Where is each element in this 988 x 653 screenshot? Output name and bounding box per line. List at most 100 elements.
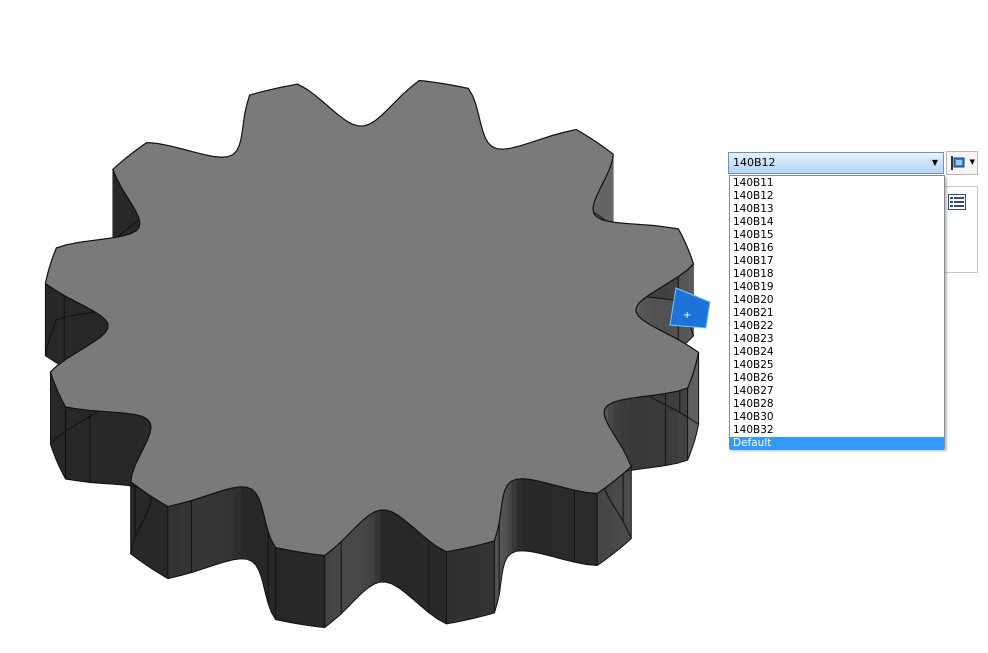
dropdown-option[interactable]: 140B15 xyxy=(730,229,944,242)
side-wall-segment xyxy=(453,548,461,623)
side-wall-segment xyxy=(507,480,512,558)
dropdown-option[interactable]: 140B13 xyxy=(730,203,944,216)
selected-face[interactable] xyxy=(669,287,711,329)
side-wall-segment xyxy=(640,394,654,470)
side-wall-segment xyxy=(473,544,482,619)
side-wall-segment xyxy=(255,492,260,572)
side-wall-segment xyxy=(89,410,104,484)
chevron-down-icon[interactable]: ▼ xyxy=(929,155,941,171)
selected-tooth-face[interactable]: + xyxy=(669,287,711,329)
side-wall-segment xyxy=(303,552,311,627)
side-wall-segment xyxy=(665,390,678,466)
side-wall-segment xyxy=(102,411,116,485)
dropdown-option[interactable]: 140B21 xyxy=(730,307,944,320)
side-wall-segment xyxy=(258,498,262,578)
configuration-combobox[interactable]: 140B12 ▼ xyxy=(728,152,944,174)
chevron-down-icon: ▼ xyxy=(969,158,975,166)
side-wall-segment xyxy=(391,511,399,589)
side-wall-segment xyxy=(586,492,598,566)
top-face[interactable] xyxy=(44,79,700,557)
dropdown-option[interactable]: 140B25 xyxy=(730,359,944,372)
dropdown-option[interactable]: 140B26 xyxy=(730,372,944,385)
dropdown-option[interactable]: 140B24 xyxy=(730,346,944,359)
dropdown-option[interactable]: 140B20 xyxy=(730,294,944,307)
side-wall-segment xyxy=(340,533,350,615)
side-wall-segment xyxy=(240,486,248,560)
side-wall-segment xyxy=(179,500,192,577)
dropdown-option[interactable]: 140B18 xyxy=(730,268,944,281)
side-wall-segment xyxy=(191,496,204,574)
side-wall-segment xyxy=(466,545,475,621)
side-wall-segment xyxy=(232,486,242,561)
side-wall-segment xyxy=(460,547,468,622)
side-wall-segment xyxy=(224,487,234,563)
side-wall-segment xyxy=(271,539,276,621)
side-wall-segment xyxy=(246,486,253,562)
side-wall-segment xyxy=(677,387,688,464)
side-wall-segment xyxy=(446,550,454,625)
side-wall-segment xyxy=(412,526,421,607)
side-wall-segment xyxy=(561,486,575,563)
side-wall-segment xyxy=(263,513,266,595)
side-wall-segment xyxy=(602,485,608,563)
dropdown-option[interactable]: 140B16 xyxy=(730,242,944,255)
side-wall-segment xyxy=(629,396,642,471)
side-wall-segment xyxy=(404,519,413,600)
dropdown-option[interactable]: 140B27 xyxy=(730,385,944,398)
side-wall-segment xyxy=(355,519,363,600)
side-wall-segment xyxy=(539,481,551,557)
side-wall-segment xyxy=(114,411,127,486)
side-wall-segment xyxy=(530,479,541,554)
side-wall-segment xyxy=(368,511,375,589)
side-wall-segment xyxy=(515,478,523,552)
side-wall-segment xyxy=(261,505,264,586)
plus-icon: + xyxy=(683,310,691,321)
list-view-icon[interactable] xyxy=(948,194,966,214)
dropdown-option[interactable]: 140B22 xyxy=(730,320,944,333)
side-wall-segment xyxy=(574,489,587,565)
side-wall-segment xyxy=(332,541,342,622)
side-wall-segment xyxy=(504,484,508,563)
dropdown-option[interactable]: 140B28 xyxy=(730,398,944,411)
sprocket-top-face xyxy=(44,79,700,557)
side-wall-segment xyxy=(397,514,406,594)
side-wall-segment xyxy=(626,465,632,544)
side-wall-segment xyxy=(487,540,495,616)
side-wall-segment xyxy=(607,481,613,559)
dropdown-option[interactable]: Default xyxy=(730,437,944,450)
side-wall-segment xyxy=(251,488,257,566)
side-wall-segment xyxy=(167,503,181,579)
side-wall-segment xyxy=(428,540,438,620)
dropdown-option[interactable]: 140B23 xyxy=(730,333,944,346)
side-wall-segment xyxy=(510,478,517,554)
dropdown-option[interactable]: 140B17 xyxy=(730,255,944,268)
side-wall-segment xyxy=(275,547,283,622)
side-wall-segment xyxy=(161,502,169,580)
dropdown-option[interactable]: 140B32 xyxy=(730,424,944,437)
dropdown-option[interactable]: 140B11 xyxy=(730,177,944,190)
dropdown-option[interactable]: 140B30 xyxy=(730,411,944,424)
side-wall-segment xyxy=(362,514,369,594)
graphics-viewport[interactable]: + 140B12 ▼ ▼ 140B11 140B12 140B13 140B14… xyxy=(0,0,988,653)
side-wall-segment xyxy=(420,532,430,614)
dropdown-option[interactable]: 140B12 xyxy=(730,190,944,203)
side-wall-segment xyxy=(480,542,488,617)
side-wall-segment xyxy=(150,495,157,573)
side-wall-segment xyxy=(156,499,163,576)
side-wall-segment xyxy=(348,526,357,607)
side-wall-segment xyxy=(213,489,225,566)
configuration-selected-value: 140B12 xyxy=(733,156,776,169)
configuration-flyout-icon xyxy=(950,155,968,175)
side-wall-segment xyxy=(550,483,563,560)
side-wall-segment xyxy=(522,478,531,552)
side-wall-segment xyxy=(289,550,297,624)
dropdown-option[interactable]: 140B14 xyxy=(730,216,944,229)
configuration-flyout-button[interactable]: ▼ xyxy=(946,151,978,175)
configuration-dropdown-list[interactable]: 140B11 140B12 140B13 140B14 140B15 140B16 140B… xyxy=(729,175,945,450)
side-wall-segment xyxy=(202,492,215,570)
side-wall-segment xyxy=(296,551,304,626)
side-wall-segment xyxy=(324,548,334,629)
side-wall-segment xyxy=(437,546,447,625)
side-wall-segment xyxy=(596,489,603,567)
dropdown-option[interactable]: 140B19 xyxy=(730,281,944,294)
